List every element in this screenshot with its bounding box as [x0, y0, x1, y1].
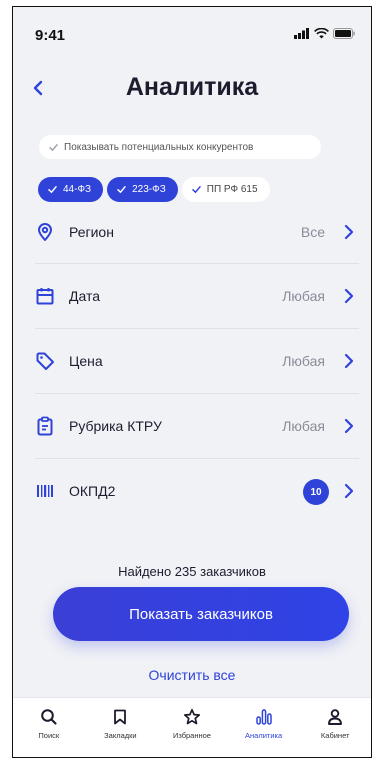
filter-label: Цена	[69, 353, 103, 369]
chevron-right-icon	[344, 353, 354, 369]
chip-label: ПП РФ 615	[206, 184, 258, 195]
show-customers-button[interactable]: Показать заказчиков	[53, 587, 349, 641]
bookmark-icon	[114, 709, 127, 725]
competitors-toggle-label: Показывать потенциальных конкурентов	[64, 141, 254, 153]
clipboard-icon	[37, 416, 53, 436]
wifi-icon	[314, 28, 329, 39]
check-icon	[192, 186, 201, 194]
check-icon	[48, 186, 57, 194]
check-icon	[117, 186, 126, 194]
tab-label: Поиск	[38, 731, 60, 740]
tab-favorites[interactable]: Избранное	[157, 698, 227, 740]
chip-label: 223-ФЗ	[132, 184, 166, 195]
chevron-right-icon	[344, 483, 354, 499]
signal-icon	[294, 28, 309, 39]
tab-analytics[interactable]: Аналитика	[229, 698, 299, 740]
system-icons	[294, 28, 355, 39]
tab-label: Закладки	[104, 731, 137, 740]
tab-search[interactable]: Поиск	[14, 698, 84, 740]
chevron-right-icon	[344, 288, 354, 304]
filter-label: Рубрика КТРУ	[69, 418, 162, 434]
filter-list: Регион Все Дата Любая Цена Любая Рубрика…	[35, 202, 359, 524]
filter-label: ОКПД2	[69, 483, 116, 499]
filter-value: Любая	[282, 353, 325, 369]
filter-row-ktru[interactable]: Рубрика КТРУ Любая	[35, 394, 359, 459]
tab-bookmarks[interactable]: Закладки	[85, 698, 155, 740]
tab-label: Избранное	[172, 731, 211, 740]
filter-value: Все	[300, 224, 325, 240]
chevron-right-icon	[344, 224, 354, 240]
check-icon	[49, 143, 58, 151]
results-count: Найдено 235 заказчиков	[118, 564, 266, 579]
status-time: 9:41	[35, 27, 66, 44]
filter-row-date[interactable]: Дата Любая	[35, 264, 359, 329]
user-icon	[328, 709, 343, 725]
tab-label: Кабинет	[320, 731, 350, 740]
tab-label: Аналитика	[245, 731, 283, 740]
filter-row-okpd2[interactable]: ОКПД2 10	[35, 459, 359, 524]
star-icon	[183, 708, 201, 725]
calendar-icon	[36, 288, 54, 305]
chevron-right-icon	[344, 418, 354, 434]
selected-count-badge: 10	[303, 479, 329, 505]
filter-value: Любая	[282, 288, 325, 304]
search-icon	[40, 709, 57, 725]
filter-row-price[interactable]: Цена Любая	[35, 329, 359, 394]
status-bar: 9:41	[13, 7, 371, 51]
chip-label: 44-ФЗ	[63, 184, 92, 195]
filter-value: Любая	[282, 418, 325, 434]
bar-chart-icon	[255, 709, 272, 725]
barcode-icon	[37, 485, 53, 497]
bottom-tab-bar: Поиск Закладки Избранное Аналитика Кабин…	[13, 697, 371, 757]
tab-account[interactable]: Кабинет	[300, 698, 370, 740]
competitors-toggle[interactable]: Показывать потенциальных конкурентов	[39, 135, 321, 159]
location-pin-icon	[38, 223, 52, 241]
page-header: Аналитика	[13, 69, 371, 109]
clear-all-button[interactable]: Очистить все	[13, 667, 371, 683]
phone-screen: 9:41 Аналитика Показывать потенциальных …	[12, 6, 372, 758]
price-tag-icon	[36, 352, 54, 370]
filter-label: Регион	[69, 224, 114, 240]
filter-row-region[interactable]: Регион Все	[35, 197, 359, 264]
battery-icon	[333, 28, 355, 39]
filter-label: Дата	[69, 288, 101, 304]
page-title: Аналитика	[125, 73, 259, 101]
